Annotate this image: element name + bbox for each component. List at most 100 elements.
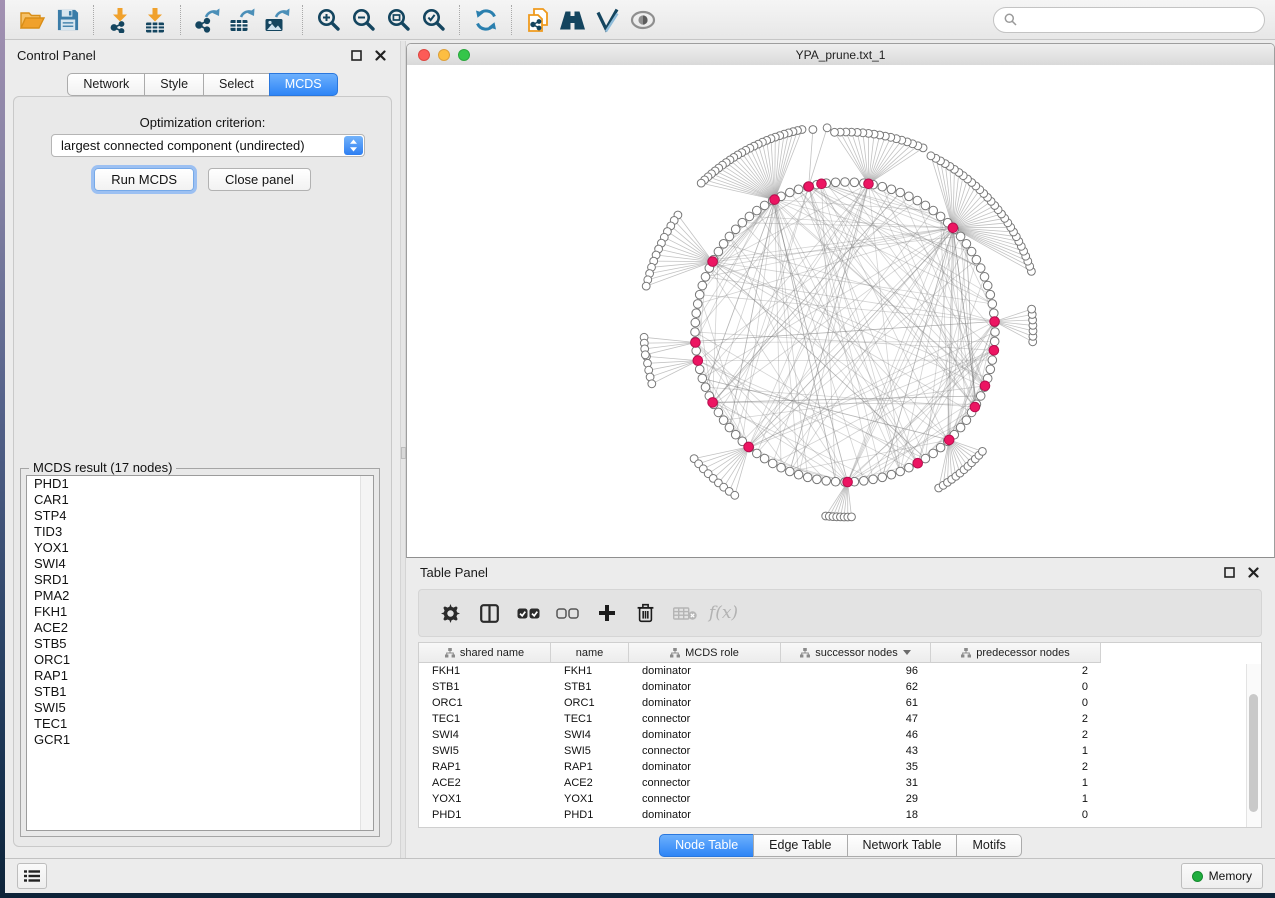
table-row[interactable]: SWI5SWI5connector431 [419,743,1261,759]
table-row[interactable]: FKH1FKH1dominator962 [419,663,1261,679]
export-table-button[interactable] [224,3,259,37]
table-row[interactable]: YOX1YOX1connector291 [419,791,1261,807]
mcds-result-item[interactable]: CAR1 [27,492,373,508]
deselect-all-columns-button[interactable] [548,593,587,633]
import-table-button[interactable] [137,3,172,37]
mcds-result-item[interactable]: STB5 [27,636,373,652]
import-network-button[interactable] [102,3,137,37]
mcds-result-item[interactable]: STP4 [27,508,373,524]
zoom-out-button[interactable] [346,3,381,37]
cell-successor-nodes: 29 [781,791,931,807]
cell-predecessor-nodes: 2 [931,759,1101,775]
mcds-result-item[interactable]: SRD1 [27,572,373,588]
mcds-result-item[interactable]: RAP1 [27,668,373,684]
float-table-panel-button[interactable] [1221,564,1237,580]
mcds-result-item[interactable]: TID3 [27,524,373,540]
select-all-columns-button[interactable] [509,593,548,633]
column-header-shared-name[interactable]: shared name [419,643,551,663]
cell-mcds-role: dominator [629,679,781,695]
table-row[interactable]: ACE2ACE2connector311 [419,775,1261,791]
tab-network[interactable]: Network [67,73,145,96]
tab-edge-table[interactable]: Edge Table [753,834,847,857]
table-row[interactable]: RAP1RAP1dominator352 [419,759,1261,775]
mcds-result-item[interactable]: GCR1 [27,732,373,748]
table-settings-button[interactable] [431,593,470,633]
table-panel: Table Panel [406,558,1275,858]
column-header-name[interactable]: name [551,643,629,663]
mcds-result-item[interactable]: ORC1 [27,652,373,668]
column-header-mcds-role[interactable]: MCDS role [629,643,781,663]
mcds-result-item[interactable]: FKH1 [27,604,373,620]
table-row[interactable]: STB1STB1dominator620 [419,679,1261,695]
column-header-predecessor-nodes[interactable]: predecessor nodes [931,643,1101,663]
tab-select[interactable]: Select [203,73,270,96]
show-columns-button[interactable] [470,593,509,633]
network-window-titlebar[interactable]: YPA_prune.txt_1 [407,44,1274,66]
column-header-successor-nodes[interactable]: successor nodes [781,643,931,663]
toolbar-search[interactable] [993,7,1265,33]
network-canvas[interactable] [407,65,1274,557]
task-history-button[interactable] [17,863,47,889]
import-network-icon [107,7,133,33]
mcds-result-item[interactable]: ACE2 [27,620,373,636]
zoom-fit-button[interactable] [381,3,416,37]
clone-network-button[interactable] [520,3,555,37]
table-row[interactable]: SWI4SWI4dominator462 [419,727,1261,743]
shared-column-icon [800,648,810,658]
mcds-result-item[interactable]: STB1 [27,684,373,700]
optimization-criterion-label: Optimization criterion: [14,115,391,130]
table-row[interactable]: PHD1PHD1dominator180 [419,807,1261,823]
mcds-list-scrollbar[interactable] [360,476,373,830]
tab-node-table[interactable]: Node Table [659,834,754,857]
zoom-in-button[interactable] [311,3,346,37]
columns-icon [480,604,499,623]
apply-style-button[interactable] [590,3,625,37]
window-zoom-icon[interactable] [458,49,470,61]
mcds-result-item[interactable]: SWI5 [27,700,373,716]
window-minimize-icon[interactable] [438,49,450,61]
node-table: shared namename MCDS role successor nodesp… [418,642,1262,828]
tab-style[interactable]: Style [144,73,204,96]
save-session-button[interactable] [50,3,85,37]
mcds-result-item[interactable]: PHD1 [27,476,373,492]
export-network-button[interactable] [189,3,224,37]
search-network-button[interactable] [555,3,590,37]
delete-column-button[interactable] [626,593,665,633]
mcds-result-item[interactable]: TEC1 [27,716,373,732]
float-panel-button[interactable] [348,47,364,63]
mcds-result-item[interactable]: YOX1 [27,540,373,556]
window-close-icon[interactable] [418,49,430,61]
mcds-result-groupbox: MCDS result (17 nodes) PHD1CAR1STP4TID3Y… [20,468,380,837]
search-input[interactable] [1023,11,1254,28]
tab-mcds[interactable]: MCDS [269,73,338,96]
refresh-button[interactable] [468,3,503,37]
close-mcds-panel-button[interactable]: Close panel [208,168,311,191]
zoom-selected-button[interactable] [416,3,451,37]
open-file-button[interactable] [15,3,50,37]
toolbar-separator [511,5,512,35]
tab-motifs[interactable]: Motifs [956,834,1021,857]
shared-column-icon [670,648,680,658]
close-table-panel-button[interactable] [1245,564,1261,580]
cell-successor-nodes: 31 [781,775,931,791]
gear-icon [441,604,460,623]
close-icon [1248,567,1259,578]
table-row[interactable]: TEC1TEC1connector472 [419,711,1261,727]
run-mcds-button[interactable]: Run MCDS [94,168,194,191]
close-panel-button[interactable] [372,47,388,63]
mcds-result-item[interactable]: PMA2 [27,588,373,604]
table-scrollbar[interactable] [1246,664,1261,827]
create-column-button[interactable] [587,593,626,633]
memory-button[interactable]: Memory [1181,863,1263,889]
column-label: MCDS role [685,647,739,659]
show-hide-button[interactable] [625,3,660,37]
tab-network-table[interactable]: Network Table [847,834,958,857]
export-image-button[interactable] [259,3,294,37]
cell-predecessor-nodes: 2 [931,711,1101,727]
delete-table-button [665,593,704,633]
scrollbar-thumb[interactable] [1249,694,1258,812]
table-row[interactable]: ORC1ORC1dominator610 [419,695,1261,711]
cell-shared-name: ORC1 [419,695,551,711]
mcds-result-item[interactable]: SWI4 [27,556,373,572]
optimization-criterion-select[interactable]: largest connected component (undirected) [51,134,365,157]
